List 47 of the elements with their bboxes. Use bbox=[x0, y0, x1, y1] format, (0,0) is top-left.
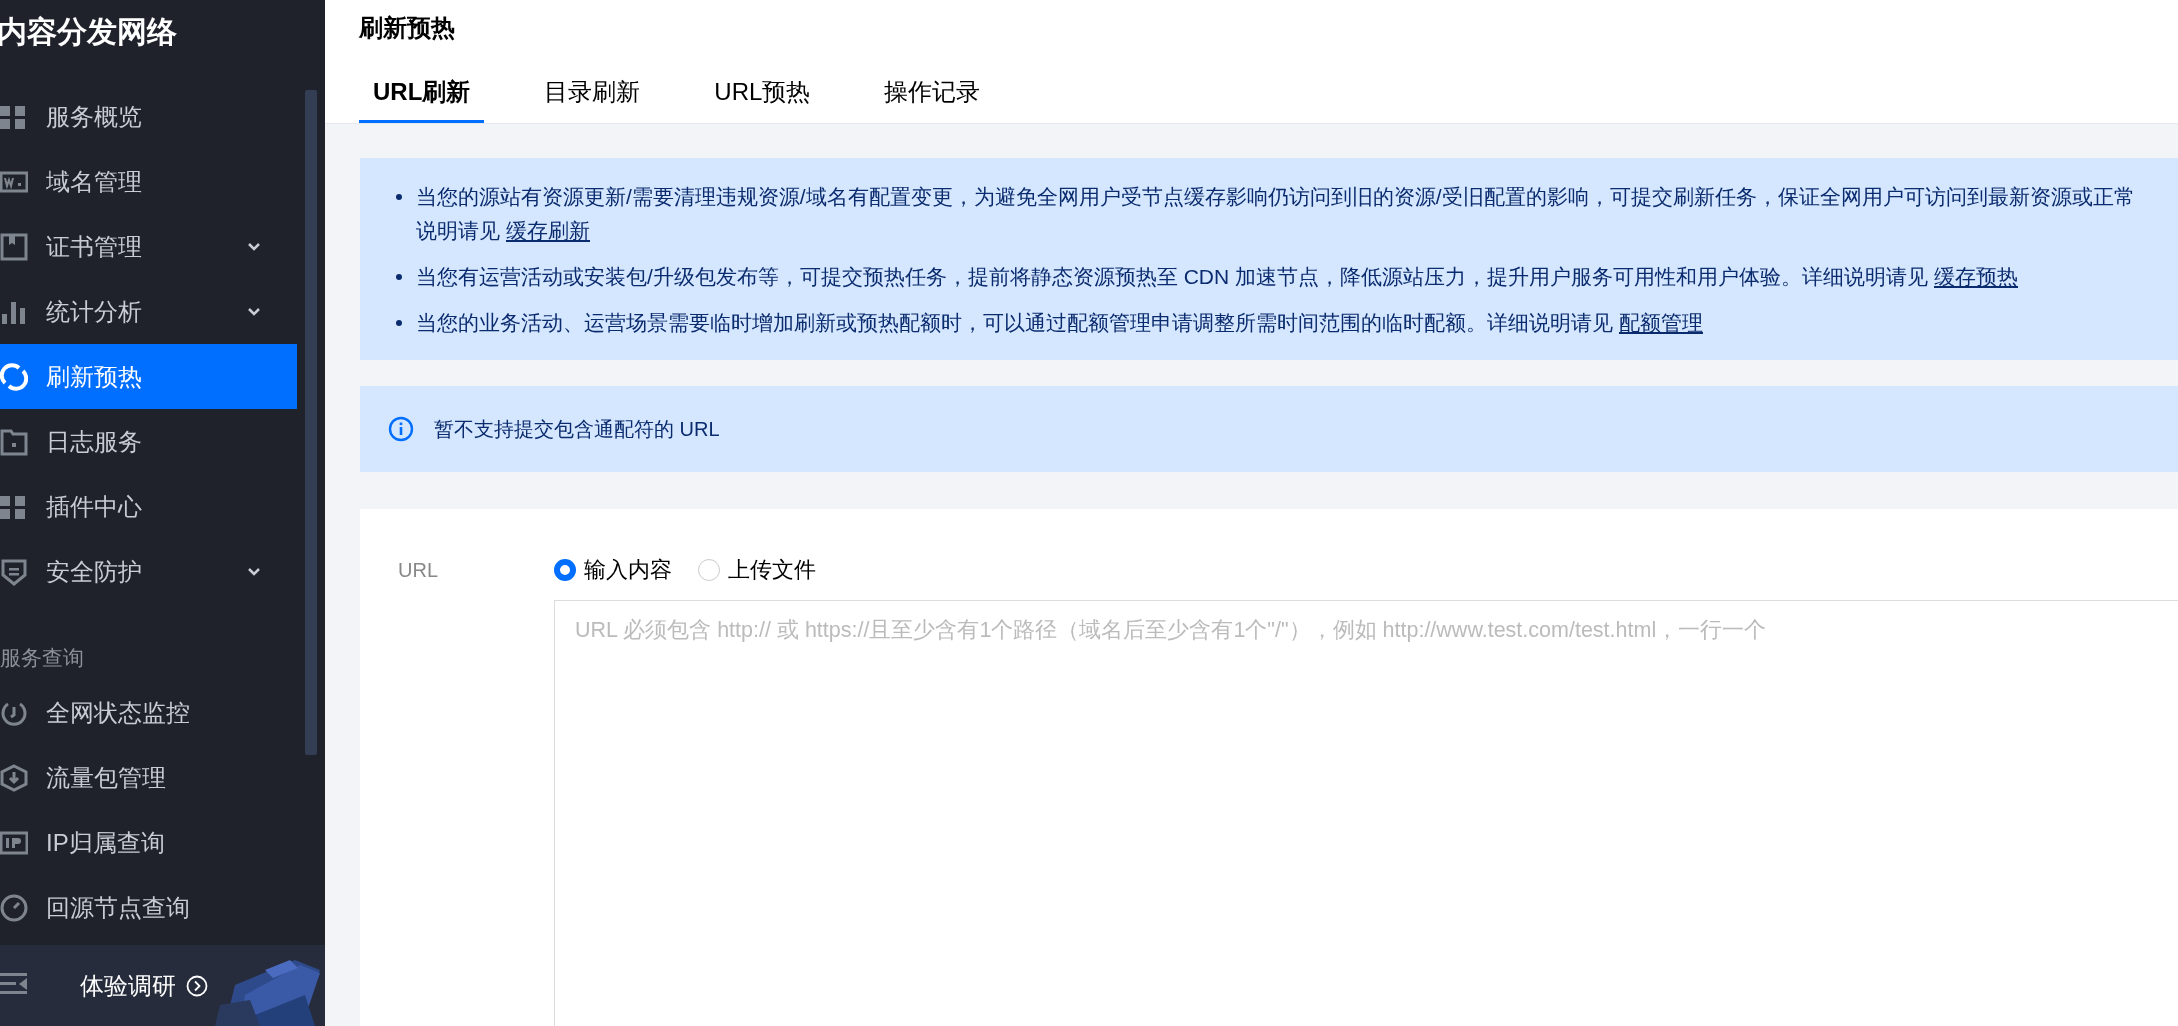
bullet-icon bbox=[396, 194, 402, 200]
sidebar-item[interactable]: 回源节点查询 bbox=[0, 875, 297, 940]
doc-link[interactable]: 配额管理 bbox=[1619, 311, 1703, 334]
download-icon bbox=[0, 763, 28, 792]
alert-text: 暂不支持提交包含通配符的 URL bbox=[434, 416, 720, 442]
sidebar-item[interactable]: IP归属查询 bbox=[0, 810, 297, 875]
dial-icon bbox=[0, 893, 28, 922]
certificate-icon bbox=[0, 232, 28, 261]
refresh-icon bbox=[0, 362, 28, 391]
scrollbar[interactable] bbox=[305, 90, 317, 755]
page-title: 刷新预热 bbox=[359, 13, 456, 43]
url-input-field[interactable]: URL 必须包含 http:// 或 https://且至少含有1个路径（域名后至少含有1个"/"），例如 http://www.test.com/test.html，一行一个 bbox=[554, 600, 2178, 1026]
radio-option[interactable]: 输入内容 bbox=[554, 554, 672, 586]
survey-button[interactable]: 体验调研 bbox=[80, 969, 208, 1002]
tab[interactable]: URL刷新 bbox=[359, 76, 485, 123]
chevron-down-icon bbox=[247, 306, 261, 317]
note-text: 当您的源站有资源更新/需要清理违规资源/域名有配置变更，为避免全网用户受节点缓存影响仍访问到旧的资源/受旧配置的影响，可提交刷新任务，保证全网用户可访问到最新资源或正常 bbox=[416, 184, 2135, 210]
sidebar-item[interactable]: 证书管理 bbox=[0, 214, 297, 279]
bullet-icon bbox=[396, 320, 402, 326]
doc-link[interactable]: 缓存刷新 bbox=[506, 219, 590, 242]
doc-link[interactable]: 缓存预热 bbox=[1934, 265, 2018, 288]
sidebar-item[interactable]: 服务概览 bbox=[0, 84, 297, 149]
section-title: 服务查询 bbox=[0, 645, 85, 671]
folder-icon bbox=[0, 427, 28, 456]
chevron-down-icon bbox=[247, 566, 261, 577]
tab[interactable]: 操作记录 bbox=[870, 76, 995, 123]
sidebar-item[interactable]: 流量包管理 bbox=[0, 745, 297, 810]
sidebar-item[interactable]: 日志服务 bbox=[0, 409, 297, 474]
chevron-down-icon bbox=[247, 241, 261, 252]
note-text: 说明请见 bbox=[416, 219, 500, 242]
collapse-icon[interactable] bbox=[0, 973, 28, 995]
chevron-right-circle-icon bbox=[186, 974, 208, 997]
sidebar-item[interactable]: 刷新预热 bbox=[0, 344, 297, 409]
sidebar-item[interactable]: 全网状态监控 bbox=[0, 680, 297, 745]
shield-icon bbox=[0, 557, 28, 586]
field-label: URL bbox=[398, 558, 439, 583]
sidebar-item[interactable]: 域名管理 bbox=[0, 149, 297, 214]
bullet-icon bbox=[396, 274, 402, 280]
tab[interactable]: 目录刷新 bbox=[530, 76, 655, 123]
sidebar-item[interactable]: 安全防护 bbox=[0, 539, 297, 604]
tab[interactable]: URL预热 bbox=[700, 76, 825, 123]
sidebar-item[interactable]: 统计分析 bbox=[0, 279, 297, 344]
info-icon bbox=[388, 416, 414, 442]
note-text: 当您的业务活动、运营场景需要临时增加刷新或预热配额时，可以通过配额管理申请调整所需时间范围的临时配额。详细说明请见 bbox=[416, 311, 1613, 334]
sidebar-item[interactable]: 插件中心 bbox=[0, 474, 297, 539]
radio-option[interactable]: 上传文件 bbox=[698, 554, 816, 586]
note-text: 当您有运营活动或安装包/升级包发布等，可提交预热任务，提前将静态资源预热至 CDN 加速节点，降低源站压力，提升用户服务可用性和用户体验。详细说明请见 bbox=[416, 265, 1928, 288]
